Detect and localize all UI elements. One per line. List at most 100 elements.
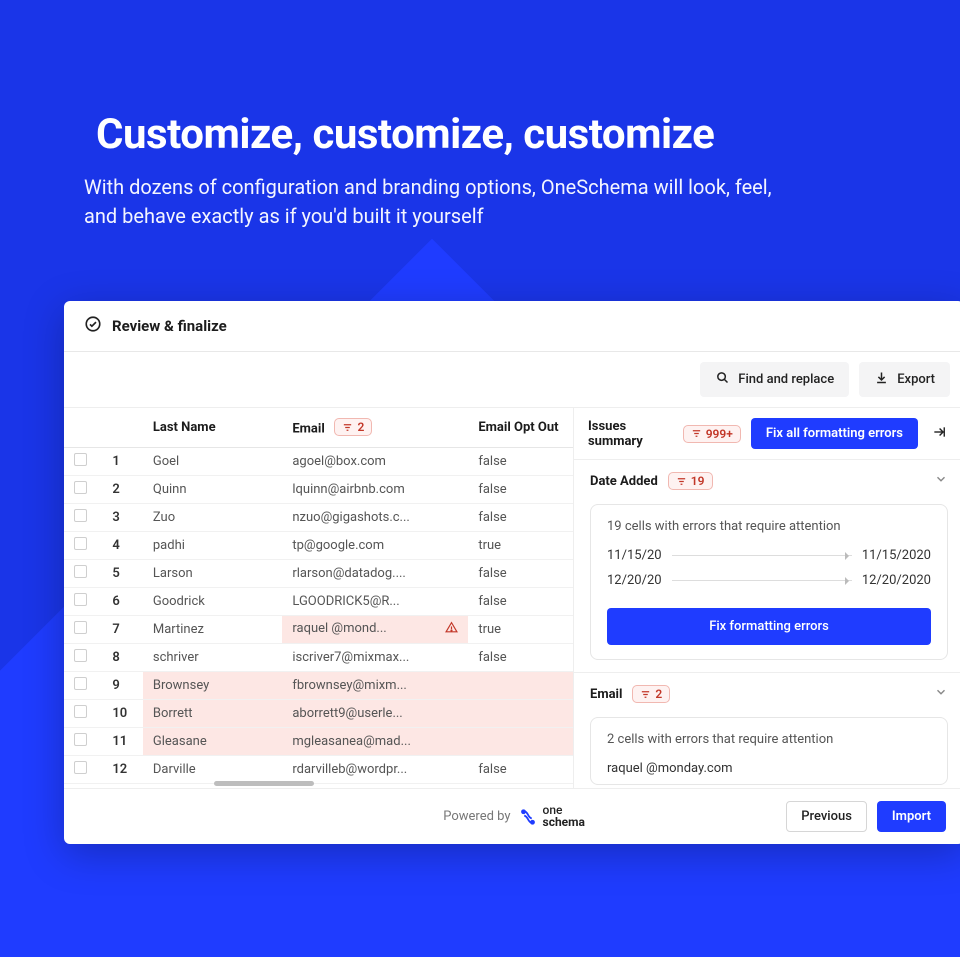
cell-opt-out[interactable]: false: [468, 447, 573, 475]
table-row[interactable]: 1Goelagoel@box.comfalse: [64, 447, 573, 475]
cell-email[interactable]: rlarson@datadog....: [282, 559, 468, 587]
table-row[interactable]: 2Quinnlquinn@airbnb.comfalse: [64, 475, 573, 503]
cell-opt-out[interactable]: true: [468, 531, 573, 559]
cell-email[interactable]: mgleasanea@mad...: [282, 727, 468, 755]
row-checkbox[interactable]: [74, 705, 87, 718]
table-row[interactable]: 7Martinezraquel @mond...true: [64, 615, 573, 643]
cell-last-name[interactable]: Quinn: [143, 475, 282, 503]
cell-last-name[interactable]: schriver: [143, 643, 282, 671]
issue-note: 19 cells with errors that require attent…: [607, 519, 931, 534]
hero: Customize, customize, customize With doz…: [0, 0, 960, 261]
row-checkbox[interactable]: [74, 761, 87, 774]
cell-opt-out[interactable]: true: [468, 615, 573, 643]
cell-opt-out[interactable]: false: [468, 503, 573, 531]
cell-opt-out[interactable]: false: [468, 783, 573, 788]
issue-group-date-added: Date Added 19 19 cells with errors that …: [574, 460, 960, 673]
cell-last-name[interactable]: Goodrick: [143, 587, 282, 615]
table-row[interactable]: 5Larsonrlarson@datadog....false: [64, 559, 573, 587]
row-checkbox[interactable]: [74, 593, 87, 606]
row-checkbox[interactable]: [74, 509, 87, 522]
cell-last-name[interactable]: Zuo: [143, 503, 282, 531]
row-number: 3: [102, 503, 143, 531]
table-row[interactable]: 12Darvillerdarvilleb@wordpr...false: [64, 755, 573, 783]
previous-button[interactable]: Previous: [786, 801, 867, 832]
table-row[interactable]: 8schriveriscriver7@mixmax...false: [64, 643, 573, 671]
find-replace-button[interactable]: Find and replace: [700, 362, 849, 397]
row-checkbox[interactable]: [74, 649, 87, 662]
email-error-badge[interactable]: 2: [334, 418, 372, 436]
warning-icon: [445, 621, 458, 638]
row-number: 13: [102, 783, 143, 788]
table-row[interactable]: 3Zuonzuo@gigashots.c...false: [64, 503, 573, 531]
chevron-down-icon[interactable]: [934, 472, 948, 490]
table-row[interactable]: 13Larsonjanicelin@midel.c...false: [64, 783, 573, 788]
row-checkbox[interactable]: [74, 537, 87, 550]
app-card: Review & finalize Find and replace Expor…: [64, 301, 960, 844]
cell-last-name[interactable]: Goel: [143, 447, 282, 475]
issue-title-date: Date Added: [590, 474, 658, 489]
row-checkbox[interactable]: [74, 481, 87, 494]
cell-opt-out[interactable]: false: [468, 559, 573, 587]
row-number: 6: [102, 587, 143, 615]
table-row[interactable]: 4padhitp@google.comtrue: [64, 531, 573, 559]
cell-opt-out[interactable]: false: [468, 475, 573, 503]
cell-email[interactable]: fbrownsey@mixm...: [282, 671, 468, 699]
col-last-name[interactable]: Last Name: [143, 408, 282, 447]
issue-badge-date[interactable]: 19: [668, 472, 713, 490]
row-checkbox[interactable]: [74, 453, 87, 466]
cell-opt-out[interactable]: false: [468, 755, 573, 783]
fix-formatting-button[interactable]: Fix formatting errors: [607, 608, 931, 645]
cell-email[interactable]: iscriver7@mixmax...: [282, 643, 468, 671]
row-number: 11: [102, 727, 143, 755]
cell-last-name[interactable]: padhi: [143, 531, 282, 559]
cell-last-name[interactable]: Darville: [143, 755, 282, 783]
cell-last-name[interactable]: Larson: [143, 559, 282, 587]
cell-email[interactable]: lquinn@airbnb.com: [282, 475, 468, 503]
cell-email[interactable]: tp@google.com: [282, 531, 468, 559]
col-email[interactable]: Email 2: [282, 408, 468, 447]
cell-last-name[interactable]: Martinez: [143, 615, 282, 643]
cell-opt-out[interactable]: false: [468, 587, 573, 615]
row-checkbox[interactable]: [74, 621, 87, 634]
cell-opt-out[interactable]: false: [468, 643, 573, 671]
row-checkbox[interactable]: [74, 677, 87, 690]
table-row[interactable]: 6GoodrickLGOODRICK5@R...false: [64, 587, 573, 615]
issues-summary-badge[interactable]: 999+: [683, 425, 741, 443]
cell-last-name[interactable]: Gleasane: [143, 727, 282, 755]
issue-title-email: Email: [590, 687, 622, 702]
cell-email[interactable]: LGOODRICK5@R...: [282, 587, 468, 615]
issue-group-email: Email 2 2 cells with errors that require…: [574, 673, 960, 788]
cell-email[interactable]: aborrett9@userle...: [282, 699, 468, 727]
arrow-right-icon: [672, 555, 852, 556]
table-row[interactable]: 10Borrettaborrett9@userle...: [64, 699, 573, 727]
cell-email[interactable]: nzuo@gigashots.c...: [282, 503, 468, 531]
cell-email[interactable]: raquel @mond...: [282, 615, 468, 643]
cell-email[interactable]: rdarvilleb@wordpr...: [282, 755, 468, 783]
cell-opt-out[interactable]: [468, 671, 573, 699]
footer: Powered by one schema Previous Import: [64, 788, 960, 844]
table-row[interactable]: 9Brownseyfbrownsey@mixm...: [64, 671, 573, 699]
cell-last-name[interactable]: Borrett: [143, 699, 282, 727]
row-checkbox[interactable]: [74, 565, 87, 578]
horizontal-scrollbar[interactable]: [214, 781, 314, 786]
fix-all-button[interactable]: Fix all formatting errors: [751, 418, 918, 449]
collapse-panel-icon[interactable]: [928, 425, 950, 443]
cell-email[interactable]: agoel@box.com: [282, 447, 468, 475]
import-button[interactable]: Import: [877, 801, 946, 832]
issue-badge-email[interactable]: 2: [632, 685, 670, 703]
row-checkbox[interactable]: [74, 733, 87, 746]
issues-summary-label: Issues summary: [588, 419, 673, 449]
cell-opt-out[interactable]: [468, 699, 573, 727]
col-email-opt-out[interactable]: Email Opt Out: [468, 408, 573, 447]
data-table: Last Name Email 2 Email Opt Out 1Goelago…: [64, 408, 574, 788]
row-number: 9: [102, 671, 143, 699]
mapping-row: 12/20/20 12/20/2020: [607, 573, 931, 588]
table-row[interactable]: 11Gleasanemgleasanea@mad...: [64, 727, 573, 755]
row-number: 5: [102, 559, 143, 587]
check-circle-icon: [84, 315, 102, 337]
cell-opt-out[interactable]: [468, 727, 573, 755]
chevron-down-icon[interactable]: [934, 685, 948, 703]
export-button[interactable]: Export: [859, 362, 950, 397]
cell-last-name[interactable]: Brownsey: [143, 671, 282, 699]
issue-note: 2 cells with errors that require attenti…: [607, 732, 931, 747]
